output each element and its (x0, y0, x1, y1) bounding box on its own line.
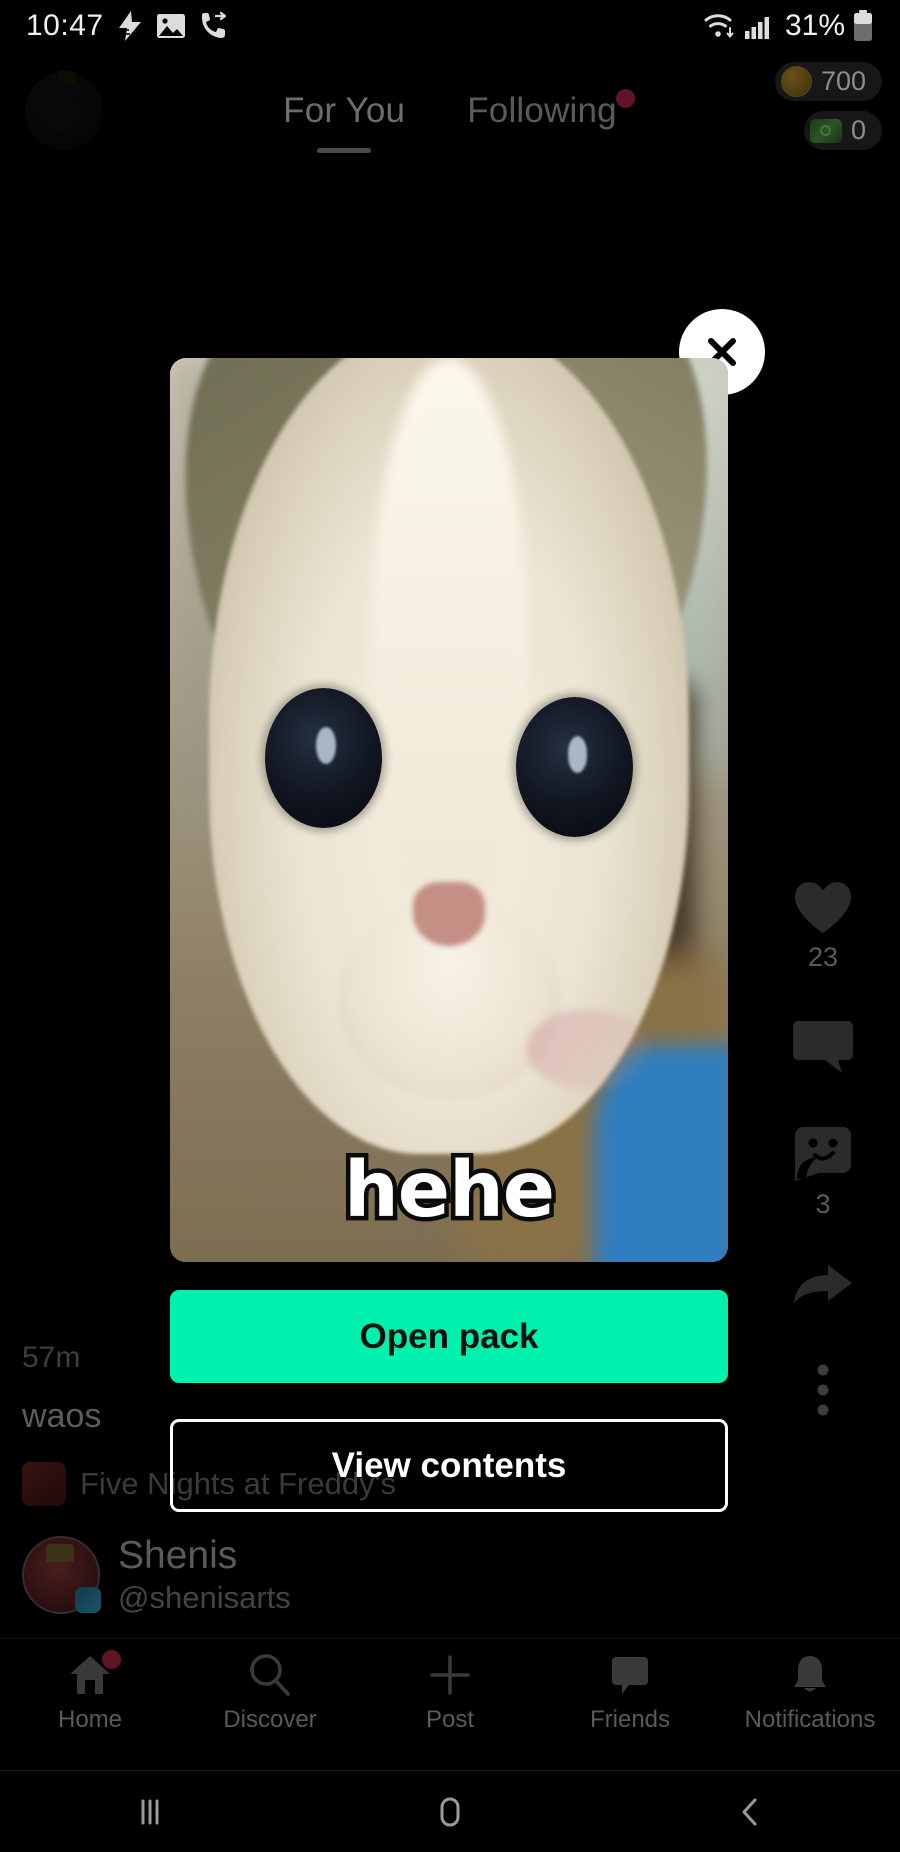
like-count: 23 (807, 942, 839, 972)
plus-icon (430, 1655, 470, 1695)
more-button[interactable] (812, 1360, 834, 1426)
status-bar: 10:47 31% (0, 0, 900, 52)
nav-item-discover[interactable]: Discover (190, 1653, 350, 1734)
phone-screen: 10:47 31% For You Following 700 0 23 3 5… (0, 0, 900, 1852)
tab-for-you-label: For You (283, 91, 406, 130)
nav-label-post: Post (425, 1706, 475, 1733)
status-bar-right: 31% (703, 9, 874, 43)
author-avatar[interactable] (22, 1536, 101, 1614)
video-feed-background: For You Following 700 0 23 3 57m waos Fi… (0, 0, 900, 1852)
avatar-hat-icon (46, 1544, 75, 1562)
sticker-count: 3 (815, 1189, 831, 1219)
share-arrow-icon (794, 1265, 852, 1304)
nav-label-home: Home (57, 1706, 123, 1733)
nav-label-friends: Friends (589, 1706, 671, 1733)
avatar-badge-icon (75, 1587, 101, 1613)
tab-for-you[interactable]: For You (283, 91, 406, 153)
close-button[interactable] (679, 309, 765, 395)
tab-following-label: Following (467, 91, 617, 130)
android-navigation-bar (0, 1770, 900, 1852)
tab-active-underline (317, 148, 372, 153)
money-bill-icon (809, 118, 842, 143)
friends-bubble-icon (612, 1657, 648, 1694)
sticker-face-icon (795, 1127, 851, 1181)
battery-percent: 31% (784, 9, 845, 42)
search-icon (250, 1654, 290, 1696)
close-icon (708, 338, 736, 366)
status-bar-left: 10:47 (26, 9, 227, 43)
coin-chip[interactable]: 700 (774, 62, 882, 101)
cash-count: 0 (850, 115, 866, 145)
author-handle: @shenisarts (118, 1580, 291, 1615)
feed-tabs: For You Following (0, 56, 900, 166)
feed-top-bar: For You Following (0, 56, 900, 166)
tab-following-badge (615, 89, 635, 108)
coin-count: 700 (820, 66, 866, 96)
sticker-button[interactable]: 3 (793, 1125, 853, 1220)
nav-item-post[interactable]: Post (370, 1653, 530, 1734)
nav-label-notifications: Notifications (744, 1706, 876, 1733)
view-contents-button[interactable]: View contents (170, 1419, 728, 1512)
currency-chips: 700 0 (774, 62, 882, 150)
cellular-signal-icon (744, 17, 769, 39)
heart-icon (795, 882, 851, 933)
nav-item-notifications[interactable]: Notifications (730, 1653, 890, 1734)
cash-chip[interactable]: 0 (803, 111, 882, 150)
author-names: Shenis @shenisarts (118, 1534, 291, 1616)
nav-label-discover: Discover (223, 1706, 317, 1733)
photo-icon (156, 14, 185, 38)
call-forward-icon (201, 11, 226, 38)
more-vertical-icon (817, 1364, 829, 1416)
wifi-icon (704, 14, 734, 39)
comment-button[interactable] (792, 1017, 854, 1081)
tab-following[interactable]: Following (467, 89, 635, 131)
open-pack-button[interactable]: Open pack (170, 1290, 728, 1383)
battery-icon (854, 10, 872, 41)
author-display-name: Shenis (118, 1534, 238, 1577)
bell-icon (794, 1656, 826, 1692)
home-circle-icon[interactable] (428, 1795, 472, 1829)
nav-item-friends[interactable]: Friends (550, 1653, 710, 1734)
game-thumbnail-icon (22, 1462, 66, 1506)
status-time: 10:47 (26, 9, 104, 42)
action-rail: 23 3 (768, 880, 878, 1470)
share-button[interactable] (792, 1264, 854, 1316)
flash-icon (118, 11, 141, 41)
recents-icon[interactable] (128, 1796, 172, 1828)
nav-item-home[interactable]: Home (10, 1650, 170, 1734)
back-chevron-icon[interactable] (728, 1795, 772, 1829)
bottom-navigation: Home Discover Post Friends Notifications (0, 1638, 900, 1770)
comment-bubble-icon (793, 1021, 853, 1073)
author-row[interactable]: Shenis @shenisarts (22, 1534, 582, 1616)
home-badge (102, 1650, 121, 1669)
coin-icon (780, 66, 812, 97)
like-button[interactable]: 23 (792, 880, 854, 973)
